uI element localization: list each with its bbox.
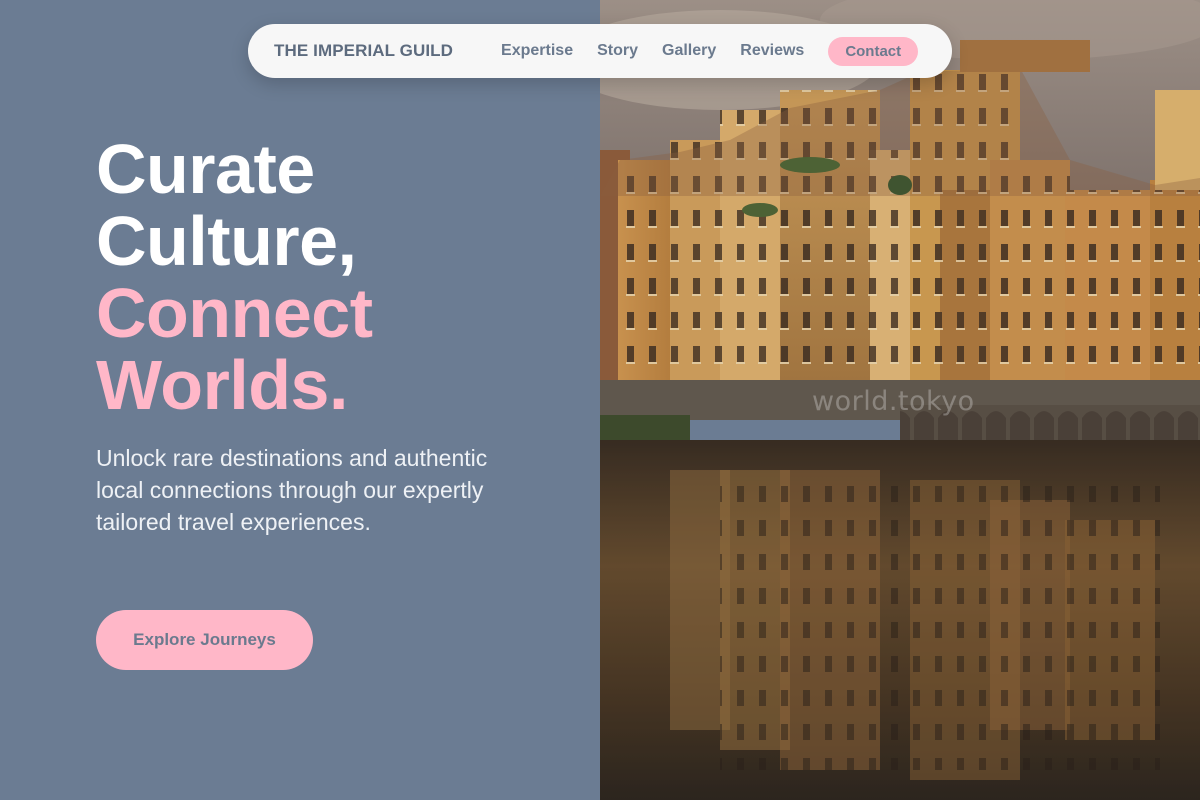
page: world.tokyo THE IMPERIAL GUILD Expertise… [0, 0, 1200, 800]
contact-button[interactable]: Contact [828, 36, 919, 66]
nav-links: Expertise Story Gallery Reviews Contact [501, 36, 919, 66]
hero-title-line-3: Connect [96, 274, 373, 352]
hero-title: Curate Culture, Connect Worlds. [96, 133, 373, 421]
nav-link-expertise[interactable]: Expertise [501, 42, 573, 60]
nav-link-story[interactable]: Story [597, 42, 638, 60]
brand-logo[interactable]: THE IMPERIAL GUILD [274, 41, 453, 61]
hero-title-line-2: Culture, [96, 202, 357, 280]
hero-title-line-4: Worlds. [96, 346, 348, 424]
hero-subtitle: Unlock rare destinations and authentic l… [96, 445, 488, 535]
hero-title-line-1: Curate [96, 130, 315, 208]
explore-journeys-button[interactable]: Explore Journeys [96, 610, 313, 670]
nav-link-reviews[interactable]: Reviews [740, 42, 804, 60]
top-nav: THE IMPERIAL GUILD Expertise Story Galle… [248, 24, 952, 78]
nav-link-gallery[interactable]: Gallery [662, 42, 716, 60]
photo-watermark: world.tokyo [812, 386, 975, 417]
